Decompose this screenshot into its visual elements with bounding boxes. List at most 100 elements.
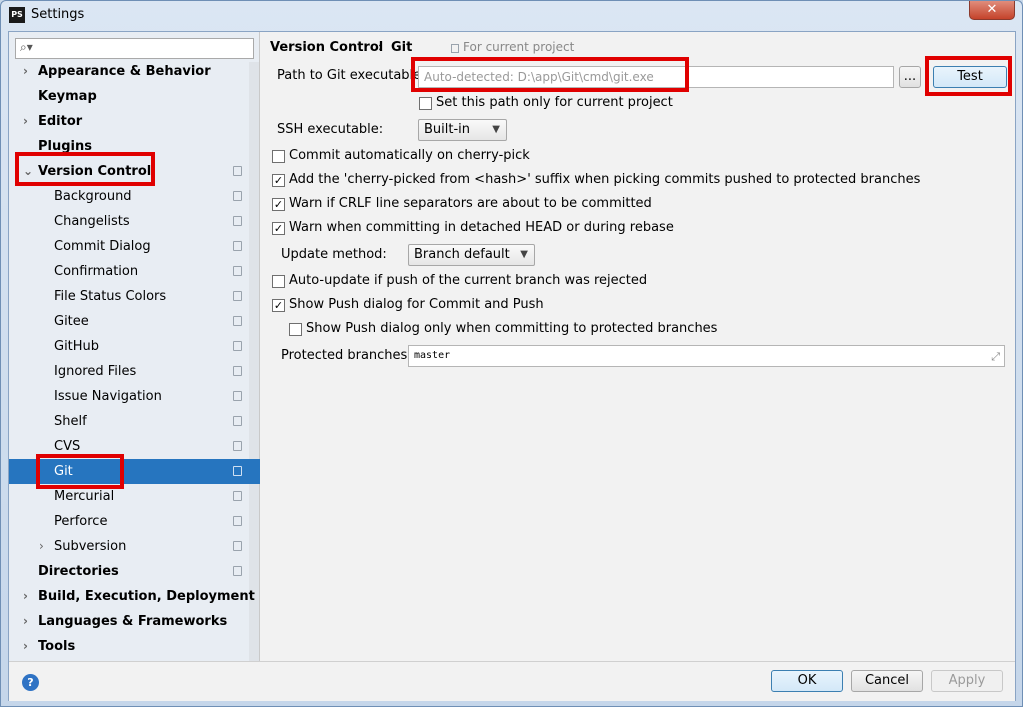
ssh-label: SSH executable: xyxy=(277,122,384,137)
breadcrumb-separator: › xyxy=(378,40,383,54)
sidebar-item-label: Perforce xyxy=(54,514,108,529)
cherry-suffix-checkbox[interactable]: ✓ xyxy=(272,174,285,187)
update-method-label: Update method: xyxy=(281,247,387,262)
cancel-button[interactable]: Cancel xyxy=(851,670,923,692)
sidebar-item-label: Changelists xyxy=(54,214,130,229)
test-button[interactable]: Test xyxy=(933,66,1007,88)
project-scope-icon xyxy=(233,316,242,326)
sidebar-item-label: Plugins xyxy=(38,139,92,154)
crlf-checkbox[interactable]: ✓ xyxy=(272,198,285,211)
crlf-label: Warn if CRLF line separators are about t… xyxy=(289,196,652,211)
sidebar-item-editor[interactable]: › Editor xyxy=(9,109,249,134)
help-icon[interactable]: ? xyxy=(22,674,39,691)
project-scope-icon xyxy=(233,566,242,576)
settings-window: PS Settings ✕ ⌕▾ › Appearance & Behavior… xyxy=(0,0,1023,707)
sidebar-item-directories[interactable]: Directories xyxy=(9,559,249,584)
sidebar-item-appearance[interactable]: › Appearance & Behavior xyxy=(9,59,249,84)
sidebar-item-cvs[interactable]: CVS xyxy=(9,434,249,459)
sidebar-item-subversion[interactable]: › Subversion xyxy=(9,534,249,559)
path-label: Path to Git executable: xyxy=(277,68,426,83)
sidebar-item-label: File Status Colors xyxy=(54,289,167,304)
sidebar-item-file-status-colors[interactable]: File Status Colors xyxy=(9,284,249,309)
cherry-pick-label: Commit automatically on cherry-pick xyxy=(289,148,530,163)
settings-sidebar: ⌕▾ › Appearance & Behavior Keymap › Edit… xyxy=(9,32,260,661)
protected-branches-value: master xyxy=(414,350,451,361)
close-button[interactable]: ✕ xyxy=(969,1,1015,20)
chevron-down-icon: ▼ xyxy=(492,124,500,135)
sidebar-item-label: Editor xyxy=(38,114,83,129)
sidebar-item-tools[interactable]: › Tools xyxy=(9,634,249,659)
expand-icon[interactable]: ⤢ xyxy=(991,347,1000,366)
project-scope-icon xyxy=(233,241,242,251)
breadcrumb-parent[interactable]: Version Control xyxy=(270,40,383,55)
sidebar-item-mercurial[interactable]: Mercurial xyxy=(9,484,249,509)
auto-update-label: Auto-update if push of the current branc… xyxy=(289,273,648,288)
show-push-protected-checkbox[interactable] xyxy=(289,323,302,336)
chevron-right-icon: › xyxy=(39,539,44,553)
sidebar-item-gitee[interactable]: Gitee xyxy=(9,309,249,334)
dialog-footer: ? OK Cancel Apply xyxy=(9,661,1015,701)
cherry-pick-checkbox[interactable] xyxy=(272,150,285,163)
show-push-checkbox[interactable]: ✓ xyxy=(272,299,285,312)
chevron-right-icon: › xyxy=(23,639,28,653)
ssh-select[interactable]: Built-in ▼ xyxy=(418,119,507,141)
detached-head-checkbox[interactable]: ✓ xyxy=(272,222,285,235)
project-scope-icon xyxy=(233,541,242,551)
sidebar-item-label: Languages & Frameworks xyxy=(38,614,228,629)
search-input[interactable]: ⌕▾ xyxy=(15,38,254,59)
sidebar-item-github[interactable]: GitHub xyxy=(9,334,249,359)
chevron-right-icon: › xyxy=(23,114,28,128)
protected-branches-field[interactable]: master ⤢ xyxy=(408,345,1005,367)
sidebar-item-background[interactable]: Background xyxy=(9,184,249,209)
update-method-select[interactable]: Branch default ▼ xyxy=(408,244,535,266)
chevron-right-icon: › xyxy=(23,614,28,628)
sidebar-item-keymap[interactable]: Keymap xyxy=(9,84,249,109)
sidebar-item-plugins[interactable]: Plugins xyxy=(9,134,249,159)
project-scope-icon xyxy=(233,391,242,401)
project-scope-icon xyxy=(233,441,242,451)
sidebar-item-label: Background xyxy=(54,189,132,204)
sidebar-item-label: Appearance & Behavior xyxy=(38,64,211,79)
protected-branches-label: Protected branches: xyxy=(281,348,412,363)
project-scope-icon xyxy=(233,466,242,476)
cherry-suffix-label: Add the 'cherry-picked from <hash>' suff… xyxy=(289,172,921,187)
update-method-value: Branch default xyxy=(414,247,510,262)
ok-button[interactable]: OK xyxy=(771,670,843,692)
chevron-right-icon: › xyxy=(23,64,28,78)
sidebar-scrollbar[interactable] xyxy=(249,62,259,661)
project-scope-icon xyxy=(233,216,242,226)
sidebar-item-commit-dialog[interactable]: Commit Dialog xyxy=(9,234,249,259)
sidebar-item-label: GitHub xyxy=(54,339,100,354)
sidebar-item-label: Issue Navigation xyxy=(54,389,162,404)
project-scope-icon xyxy=(233,291,242,301)
sidebar-item-changelists[interactable]: Changelists xyxy=(9,209,249,234)
phpstorm-logo-icon: PS xyxy=(9,7,25,23)
sidebar-item-label: Gitee xyxy=(54,314,89,329)
project-scope-icon xyxy=(233,416,242,426)
auto-update-checkbox[interactable] xyxy=(272,275,285,288)
project-scope-icon xyxy=(233,266,242,276)
sidebar-item-label: Mercurial xyxy=(54,489,115,504)
sidebar-item-languages[interactable]: › Languages & Frameworks xyxy=(9,609,249,634)
project-scope-icon xyxy=(233,366,242,376)
git-path-field[interactable]: Auto-detected: D:\app\Git\cmd\git.exe xyxy=(418,66,894,88)
sidebar-item-version-control[interactable]: ⌄ Version Control xyxy=(9,159,249,184)
current-project-only-checkbox[interactable] xyxy=(419,97,432,110)
browse-button[interactable]: ... xyxy=(899,66,921,88)
show-push-protected-label: Show Push dialog only when committing to… xyxy=(306,321,718,336)
apply-button[interactable]: Apply xyxy=(931,670,1003,692)
sidebar-item-confirmation[interactable]: Confirmation xyxy=(9,259,249,284)
sidebar-item-shelf[interactable]: Shelf xyxy=(9,409,249,434)
sidebar-item-label: CVS xyxy=(54,439,81,454)
sidebar-item-build[interactable]: › Build, Execution, Deployment xyxy=(9,584,255,609)
sidebar-item-git[interactable]: Git xyxy=(9,459,260,484)
chevron-down-icon: ⌄ xyxy=(23,164,34,178)
sidebar-item-perforce[interactable]: Perforce xyxy=(9,509,249,534)
project-scope-icon xyxy=(233,166,242,176)
project-scope-icon xyxy=(233,491,242,501)
sidebar-item-ignored-files[interactable]: Ignored Files xyxy=(9,359,249,384)
sidebar-item-label: Build, Execution, Deployment xyxy=(38,589,255,604)
current-project-only-label: Set this path only for current project xyxy=(436,95,673,110)
breadcrumb-current: Git xyxy=(391,40,413,55)
sidebar-item-issue-navigation[interactable]: Issue Navigation xyxy=(9,384,249,409)
